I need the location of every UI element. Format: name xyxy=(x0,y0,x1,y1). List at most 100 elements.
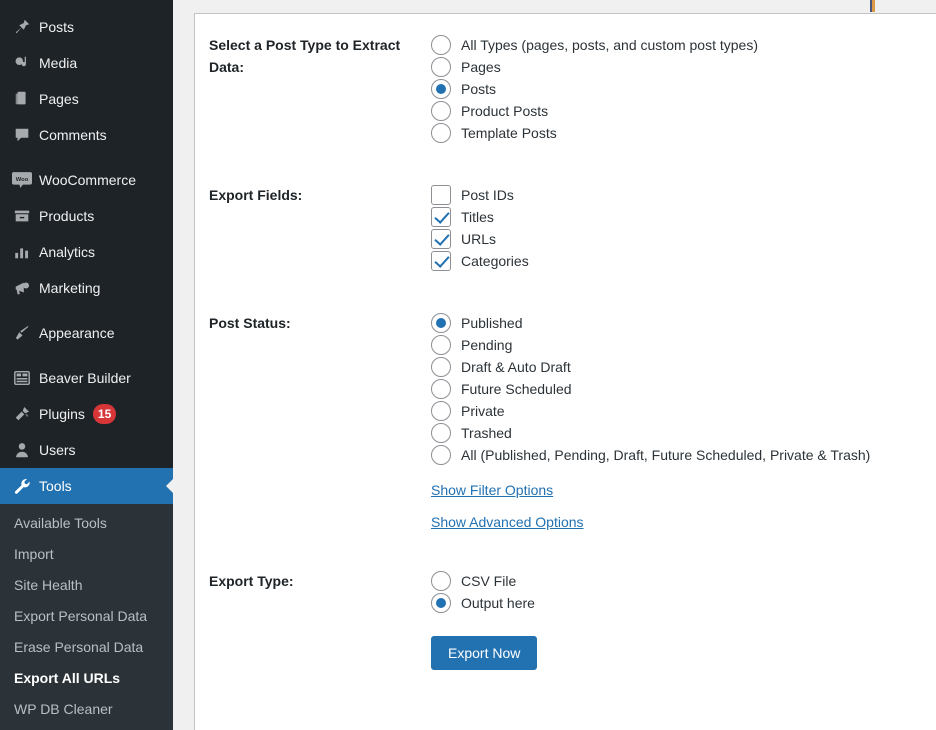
export-form: Select a Post Type to Extract Data: All … xyxy=(195,14,936,690)
advanced-options-row: Show Advanced Options xyxy=(431,514,926,530)
export-type-radio[interactable] xyxy=(431,571,451,591)
post-status-option[interactable]: Private xyxy=(431,400,926,422)
submenu-item-export-personal-data[interactable]: Export Personal Data xyxy=(0,601,173,632)
submenu-item-import[interactable]: Import xyxy=(0,539,173,570)
sidebar-item-comments[interactable]: Comments xyxy=(0,117,173,153)
export-field-option[interactable]: URLs xyxy=(431,228,926,250)
post-status-option-label: Pending xyxy=(461,337,513,353)
post-status-radio[interactable] xyxy=(431,401,451,421)
post-type-option[interactable]: Posts xyxy=(431,78,926,100)
export-field-option[interactable]: Titles xyxy=(431,206,926,228)
post-type-label: Select a Post Type to Extract Data: xyxy=(209,37,401,75)
sidebar-item-label: WooCommerce xyxy=(39,172,136,188)
submenu-item-available-tools[interactable]: Available Tools xyxy=(0,508,173,539)
post-status-option[interactable]: Pending xyxy=(431,334,926,356)
post-status-option[interactable]: All (Published, Pending, Draft, Future S… xyxy=(431,444,926,466)
sidebar-separator xyxy=(0,351,173,360)
post-type-option-label: Product Posts xyxy=(461,103,549,119)
export-type-radio[interactable] xyxy=(431,593,451,613)
filter-options-row: Show Filter Options xyxy=(431,482,926,498)
post-status-radio[interactable] xyxy=(431,445,451,465)
post-status-radio[interactable] xyxy=(431,357,451,377)
sidebar-item-products[interactable]: Products xyxy=(0,198,173,234)
post-type-radio[interactable] xyxy=(431,101,451,121)
post-status-radio[interactable] xyxy=(431,379,451,399)
pin-icon xyxy=(9,17,35,37)
sidebar-top-spacer xyxy=(0,0,173,9)
sidebar-item-label: Pages xyxy=(39,91,79,107)
sidebar-item-appearance[interactable]: Appearance xyxy=(0,315,173,351)
sidebar-item-users[interactable]: Users xyxy=(0,432,173,468)
show-advanced-options-link[interactable]: Show Advanced Options xyxy=(431,514,584,530)
post-type-radio[interactable] xyxy=(431,35,451,55)
show-filter-options-link[interactable]: Show Filter Options xyxy=(431,482,553,498)
woo-icon: Woo xyxy=(9,170,35,190)
export-field-checkbox[interactable] xyxy=(431,229,451,249)
post-status-options: Published Pending Draft & Auto Draft Future… xyxy=(431,292,936,550)
sidebar-item-beaver-builder[interactable]: Beaver Builder xyxy=(0,360,173,396)
sidebar-item-label: Media xyxy=(39,55,78,71)
export-type-option[interactable]: CSV File xyxy=(431,570,926,592)
products-icon xyxy=(9,206,35,226)
post-type-radio[interactable] xyxy=(431,79,451,99)
post-status-option-label: Private xyxy=(461,403,505,419)
submenu-item-wp-db-cleaner[interactable]: WP DB Cleaner xyxy=(0,694,173,725)
sidebar-item-label: Products xyxy=(39,208,95,224)
export-field-option[interactable]: Categories xyxy=(431,250,926,272)
media-icon xyxy=(9,53,35,73)
sidebar-item-analytics[interactable]: Analytics xyxy=(0,234,173,270)
post-status-radio[interactable] xyxy=(431,335,451,355)
submenu-item-export-all-urls[interactable]: Export All URLs xyxy=(0,663,173,694)
sidebar-item-plugins[interactable]: Plugins 15 xyxy=(0,396,173,432)
sidebar-item-label: Users xyxy=(39,442,76,458)
pages-icon xyxy=(9,89,35,109)
post-status-option[interactable]: Future Scheduled xyxy=(431,378,926,400)
sidebar-item-woocommerce[interactable]: Woo WooCommerce xyxy=(0,162,173,198)
brush-icon xyxy=(9,323,35,343)
post-type-option-label: All Types (pages, posts, and custom post… xyxy=(461,37,759,53)
export-type-option[interactable]: Output here xyxy=(431,592,926,614)
sidebar-item-label: Beaver Builder xyxy=(39,370,131,386)
post-type-option[interactable]: All Types (pages, posts, and custom post… xyxy=(431,34,926,56)
export-field-option-label: Titles xyxy=(461,209,494,225)
export-field-checkbox[interactable] xyxy=(431,207,451,227)
admin-sidebar: Posts Media Pages Comments Woo WooCommerce Pro… xyxy=(0,0,173,730)
sidebar-item-media[interactable]: Media xyxy=(0,45,173,81)
submenu-item-erase-personal-data[interactable]: Erase Personal Data xyxy=(0,632,173,663)
post-type-option-label: Template Posts xyxy=(461,125,557,141)
main-content: Select a Post Type to Extract Data: All … xyxy=(173,0,936,730)
export-field-checkbox[interactable] xyxy=(431,185,451,205)
row-export-type: Export Type: CSV File Output here Export … xyxy=(195,550,936,690)
post-type-option-label: Posts xyxy=(461,81,497,97)
sidebar-item-marketing[interactable]: Marketing xyxy=(0,270,173,306)
post-type-option[interactable]: Product Posts xyxy=(431,100,926,122)
post-status-option[interactable]: Trashed xyxy=(431,422,926,444)
sidebar-item-pages[interactable]: Pages xyxy=(0,81,173,117)
plugin-icon xyxy=(9,404,35,424)
post-status-radio[interactable] xyxy=(431,423,451,443)
post-type-option[interactable]: Pages xyxy=(431,56,926,78)
export-type-label: Export Type: xyxy=(209,573,294,589)
user-icon xyxy=(9,440,35,460)
export-now-button[interactable]: Export Now xyxy=(431,636,538,670)
post-status-radio[interactable] xyxy=(431,313,451,333)
post-status-option[interactable]: Published xyxy=(431,312,926,334)
export-field-option[interactable]: Post IDs xyxy=(431,184,926,206)
post-type-option[interactable]: Template Posts xyxy=(431,122,926,144)
export-field-checkbox[interactable] xyxy=(431,251,451,271)
post-type-radio[interactable] xyxy=(431,123,451,143)
export-fields-options: Post IDs Titles URLs Categories xyxy=(431,164,936,292)
builder-icon xyxy=(9,368,35,388)
submenu-item-site-health[interactable]: Site Health xyxy=(0,570,173,601)
sidebar-item-tools[interactable]: Tools xyxy=(0,468,173,504)
post-status-option[interactable]: Draft & Auto Draft xyxy=(431,356,926,378)
analytics-icon xyxy=(9,242,35,262)
export-fields-label: Export Fields: xyxy=(209,187,303,203)
post-status-option-label: All (Published, Pending, Draft, Future S… xyxy=(461,447,871,463)
sidebar-item-posts[interactable]: Posts xyxy=(0,9,173,45)
export-field-option-label: Categories xyxy=(461,253,529,269)
post-type-radio[interactable] xyxy=(431,57,451,77)
